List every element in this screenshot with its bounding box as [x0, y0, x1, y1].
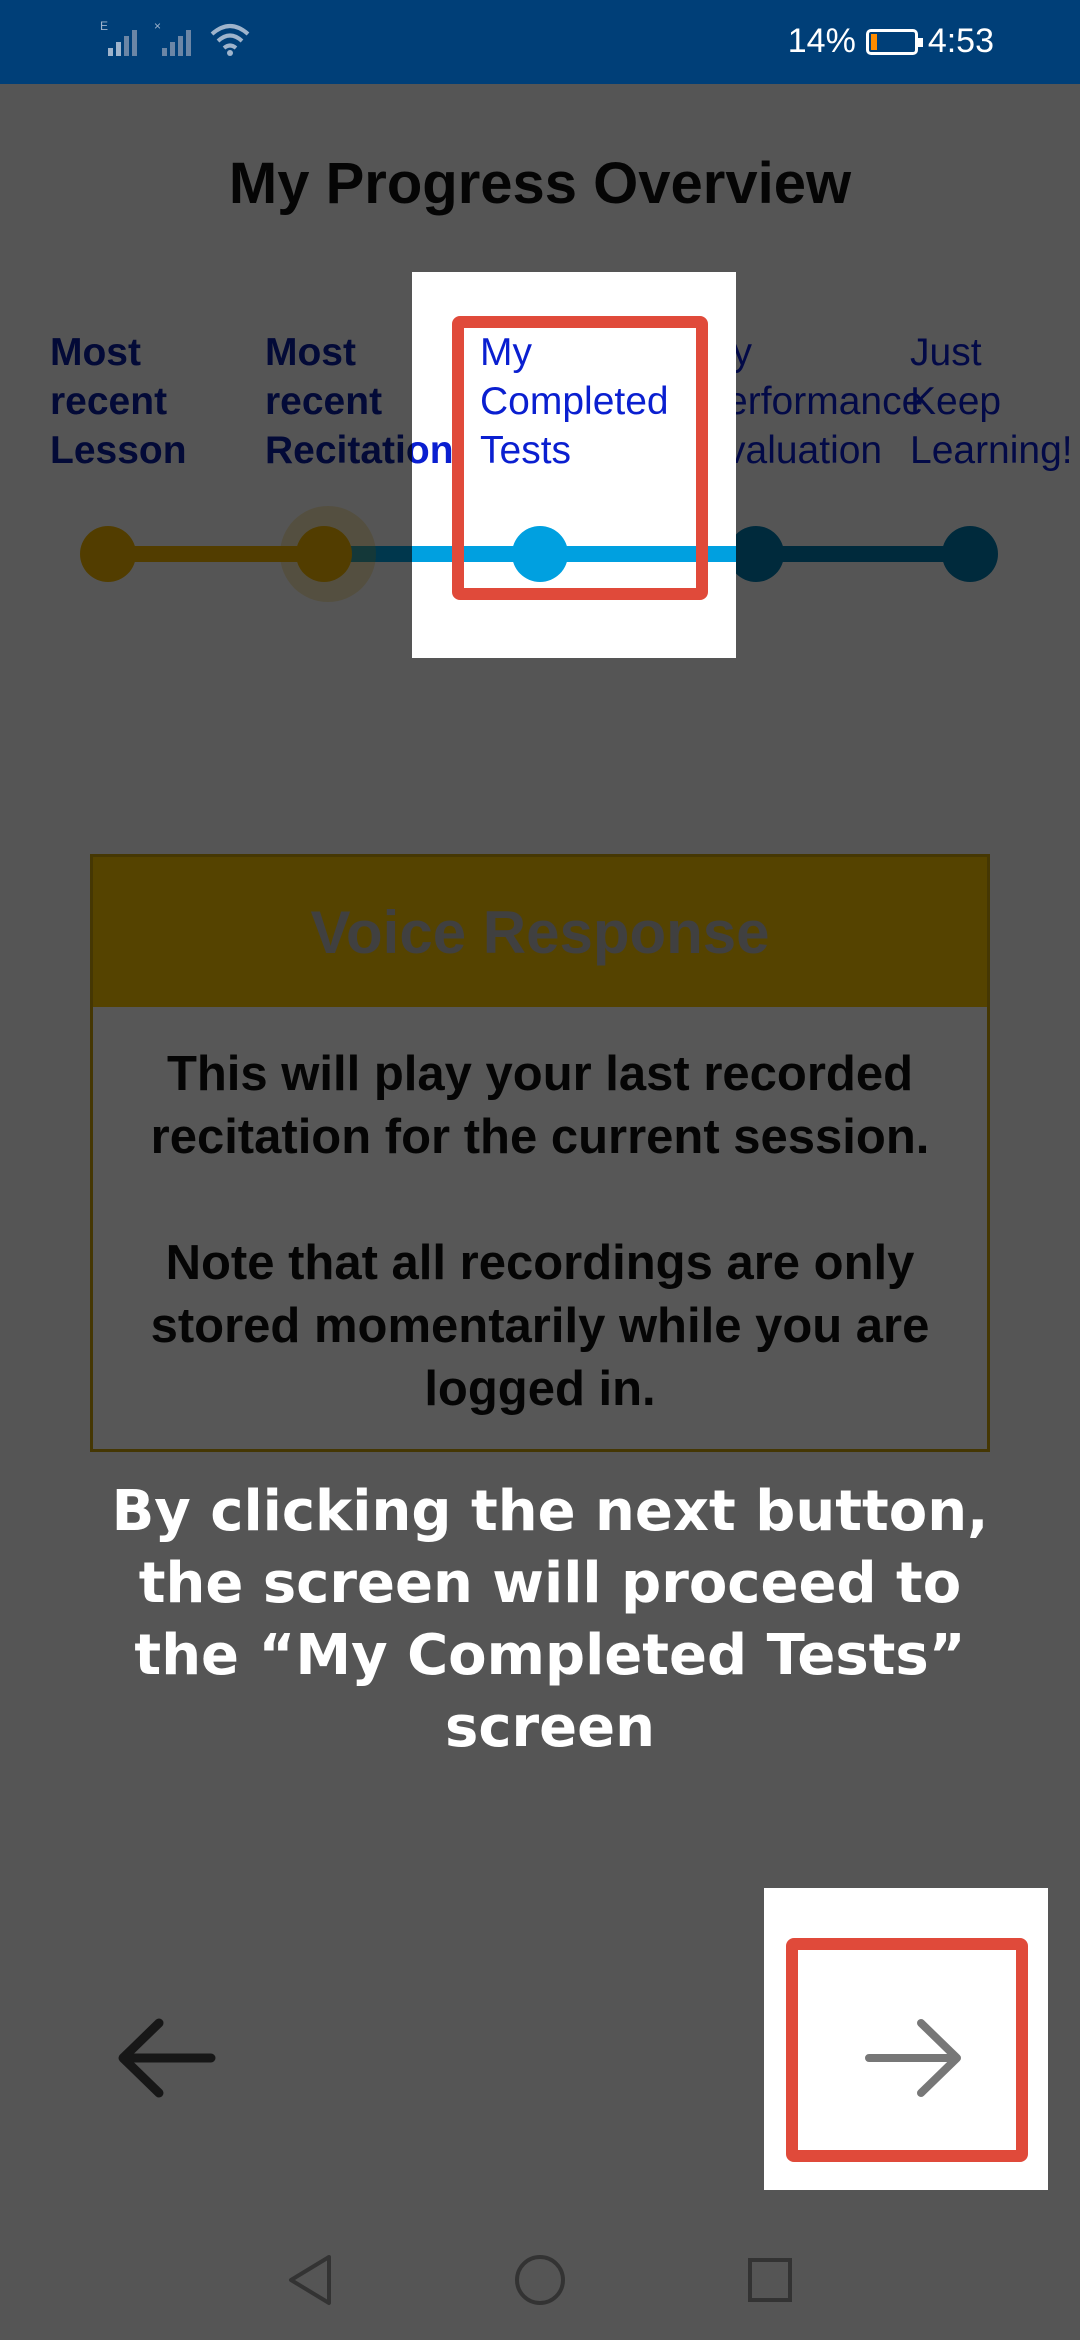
card-text-line: Note that all recordings are only [165, 1236, 915, 1290]
status-right: 14% 4:53 [788, 22, 994, 61]
clock: 4:53 [927, 22, 994, 60]
card-text-line: logged in. [424, 1362, 656, 1416]
step-label-just-keep-learning[interactable]: Just Keep Learning! [910, 328, 1073, 475]
battery-percent: 14% [787, 22, 856, 60]
progress-track-upcoming [754, 546, 970, 562]
system-home-button[interactable] [510, 2250, 570, 2310]
back-button[interactable] [106, 1998, 226, 2118]
arrow-left-icon [118, 2018, 216, 2098]
svg-text:E: E [100, 19, 108, 33]
svg-text:×: × [154, 19, 161, 33]
highlight-frame-next [786, 1938, 1028, 2162]
card-body: This will play your last recorded recita… [93, 1007, 987, 1421]
tutorial-caption: By clicking the next button, the screen … [111, 1479, 989, 1760]
voice-response-card: Voice Response This will play your last … [90, 854, 990, 1452]
step-node-most-recent-lesson[interactable] [80, 526, 136, 582]
page-title: My Progress Overview [228, 151, 852, 216]
wifi-icon [210, 24, 250, 56]
status-bar: E × 14% 4:53 [0, 0, 1080, 84]
card-text-line: recitation for the current session. [150, 1110, 930, 1164]
step-label-most-recent-lesson[interactable]: Most recent Lesson [50, 328, 187, 475]
nav-recents-square-icon [748, 2258, 792, 2302]
nav-home-circle-icon [515, 2255, 565, 2305]
step-node-my-performance-evaluation[interactable] [728, 526, 784, 582]
status-icons: E × [100, 18, 252, 58]
system-back-button[interactable] [280, 2250, 340, 2310]
card-text-line: stored momentarily while you are [150, 1299, 930, 1353]
signal-e-icon: E [100, 19, 137, 56]
highlight-frame-step [452, 316, 708, 600]
nav-back-triangle-icon [289, 2255, 331, 2305]
signal-x-icon: × [154, 19, 191, 56]
step-node-just-keep-learning[interactable] [942, 526, 998, 582]
card-title: Voice Response [93, 857, 987, 1007]
card-text-line: This will play your last recorded [166, 1047, 914, 1101]
battery-icon [865, 28, 923, 55]
step-node-most-recent-recitation[interactable] [296, 526, 352, 582]
system-recents-button[interactable] [740, 2250, 800, 2310]
